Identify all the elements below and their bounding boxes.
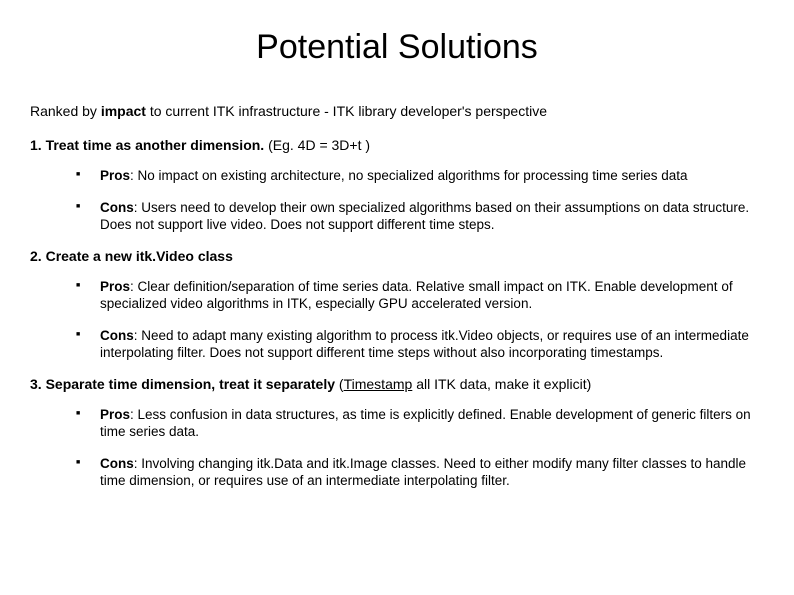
cons-label: Cons: [100, 328, 134, 343]
cons-text: : Need to adapt many existing algorithm …: [100, 328, 749, 361]
section-2-bullets: Pros: Clear definition/separation of tim…: [30, 278, 764, 362]
cons-label: Cons: [100, 456, 134, 471]
pros-text: : Less confusion in data structures, as …: [100, 407, 751, 440]
section-1-pros: Pros: No impact on existing architecture…: [100, 167, 764, 185]
cons-text: : Involving changing itk.Data and itk.Im…: [100, 456, 746, 489]
pros-text: : No impact on existing architecture, no…: [130, 168, 688, 183]
cons-label: Cons: [100, 200, 134, 215]
cons-text: : Users need to develop their own specia…: [100, 200, 749, 233]
section-3-cons: Cons: Involving changing itk.Data and it…: [100, 455, 764, 490]
section-2-title-pre: Create a new: [46, 248, 136, 264]
section-3-num: 3.: [30, 376, 46, 392]
section-1-head: 1. Treat time as another dimension. (Eg.…: [30, 137, 764, 153]
section-2-head: 2. Create a new itk.Video class: [30, 248, 764, 264]
slide-title: Potential Solutions: [30, 28, 764, 67]
section-2-title-post: class: [194, 248, 233, 264]
pros-text: : Clear definition/separation of time se…: [100, 279, 733, 312]
section-3-title: Separate time dimension, treat it separa…: [46, 376, 339, 392]
section-3-tail-u: Timestamp: [344, 376, 413, 392]
section-2-title-b: itk.Video: [136, 248, 194, 264]
subtitle-bold: impact: [101, 103, 146, 119]
section-1-bullets: Pros: No impact on existing architecture…: [30, 167, 764, 234]
pros-label: Pros: [100, 407, 130, 422]
section-3-tail-post: all ITK data, make it explicit): [412, 376, 591, 392]
section-1-title: Treat time as another dimension.: [46, 137, 269, 153]
section-3-pros: Pros: Less confusion in data structures,…: [100, 406, 764, 441]
pros-label: Pros: [100, 279, 130, 294]
subtitle-post: to current ITK infrastructure - ITK libr…: [146, 103, 547, 119]
section-1-tail: (Eg. 4D = 3D+t ): [268, 137, 370, 153]
subtitle-pre: Ranked by: [30, 103, 101, 119]
section-1-num: 1.: [30, 137, 46, 153]
slide-subtitle: Ranked by impact to current ITK infrastr…: [30, 103, 764, 119]
section-3-bullets: Pros: Less confusion in data structures,…: [30, 406, 764, 490]
section-3-head: 3. Separate time dimension, treat it sep…: [30, 376, 764, 392]
section-1-cons: Cons: Users need to develop their own sp…: [100, 199, 764, 234]
pros-label: Pros: [100, 168, 130, 183]
section-2-pros: Pros: Clear definition/separation of tim…: [100, 278, 764, 313]
section-2-num: 2.: [30, 248, 46, 264]
section-2-cons: Cons: Need to adapt many existing algori…: [100, 327, 764, 362]
